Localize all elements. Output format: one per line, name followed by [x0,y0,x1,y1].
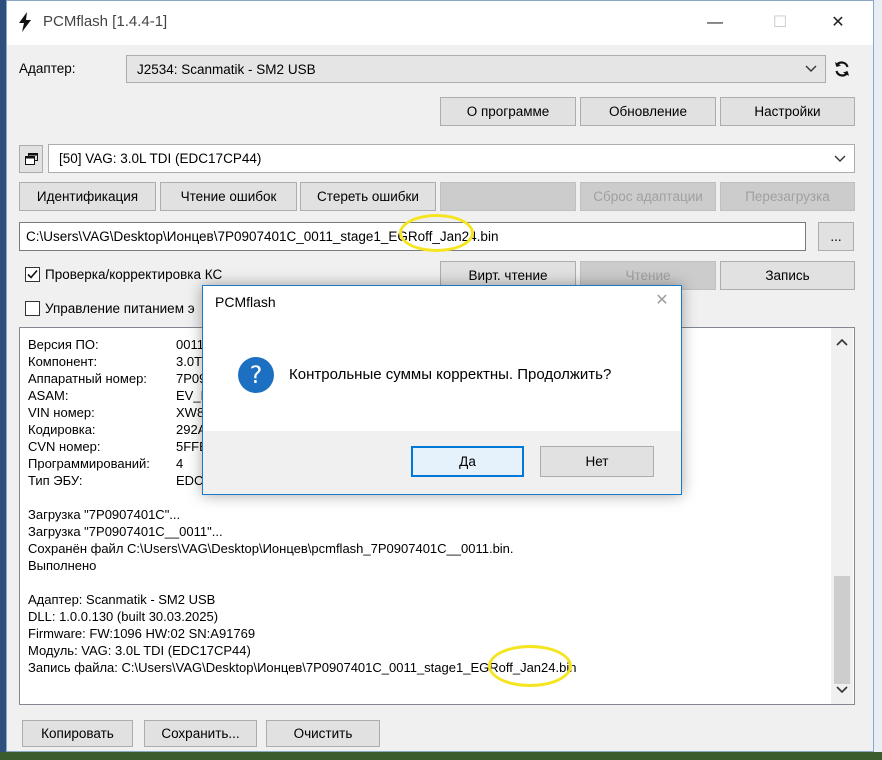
lightning-icon [19,12,31,32]
info-label: Тип ЭБУ: [28,473,83,488]
settings-button[interactable]: Настройки [720,97,855,126]
dialog-footer: Да Нет [203,431,681,494]
module-select[interactable]: [50] VAG: 3.0L TDI (EDC17CP44) [48,144,855,173]
no-button[interactable]: Нет [540,446,654,477]
maximize-button: ☐ [772,14,788,31]
power-control-checkbox[interactable] [25,301,40,316]
info-label: Программирований: [28,456,150,471]
info-label: Компонент: [28,354,98,369]
adapter-label: Адаптер: [19,61,76,76]
clear-errors-button[interactable]: Стереть ошибки [300,182,436,211]
svg-text:?: ? [250,361,263,389]
about-button[interactable]: О программе [440,97,576,126]
desktop-edge-right [873,0,882,760]
checksum-checkbox[interactable] [25,267,40,282]
info-value: EDC [176,473,204,488]
log-line: Модуль: VAG: 3.0L TDI (EDC17CP44) [28,643,251,658]
info-value: 0011 [176,337,204,352]
checkmark-icon [27,269,38,279]
info-label: VIN номер: [28,405,95,420]
adapter-select[interactable]: J2534: Scanmatik - SM2 USB [126,55,826,83]
chevron-down-icon[interactable] [836,686,848,694]
checksum-label: Проверка/корректировка КС [45,267,223,282]
title-bar[interactable]: PCMflash [1.4.4-1] — ☐ ✕ [7,1,873,45]
power-control-label: Управление питанием э [45,301,195,316]
clear-log-button[interactable]: Очистить [266,720,380,747]
adapter-select-value: J2534: Scanmatik - SM2 USB [137,61,316,77]
refresh-icon[interactable] [833,60,851,78]
info-label: CVN номер: [28,439,101,454]
save-log-button[interactable]: Сохранить... [144,720,257,747]
reset-adaptation-button: Сброс адаптации [580,182,716,211]
log-line: Выполнено [28,558,97,573]
browse-button[interactable]: ... [818,222,854,251]
module-select-value: [50] VAG: 3.0L TDI (EDC17CP44) [59,151,262,166]
log-line: Адаптер: Scanmatik - SM2 USB [28,592,216,607]
info-value: XW8 [176,405,205,420]
dialog-title: PCMflash [215,294,276,310]
info-value: 3.0T [176,354,203,369]
close-button[interactable]: ✕ [815,1,861,45]
identify-button[interactable]: Идентификация [19,182,156,211]
window-restore-icon [24,153,38,165]
dialog-close-button[interactable]: ✕ [651,290,673,312]
question-icon: ? [238,357,274,393]
confirm-dialog: PCMflash ✕ ? Контрольные суммы корректны… [202,285,682,495]
desktop-edge-bottom [0,752,882,760]
blank-disabled-button [440,182,576,211]
module-window-button[interactable] [19,145,43,173]
scrollbar-thumb[interactable] [834,576,850,684]
log-line: Загрузка "7P0907401C__0011"... [28,524,223,539]
chevron-down-icon [805,65,817,72]
log-line: Сохранён файл C:\Users\VAG\Desktop\Ионце… [28,541,514,556]
copy-button[interactable]: Копировать [22,720,133,747]
log-line: Запись файла: C:\Users\VAG\Desktop\Ионце… [28,660,577,675]
log-line: DLL: 1.0.0.130 (built 30.03.2025) [28,609,219,624]
window-title: PCMflash [1.4.4-1] [43,13,168,30]
yes-button[interactable]: Да [411,446,524,477]
update-button[interactable]: Обновление [580,97,716,126]
info-label: Кодировка: [28,422,96,437]
reboot-button: Перезагрузка [720,182,855,211]
info-label: Аппаратный номер: [28,371,147,386]
write-button[interactable]: Запись [720,261,855,290]
info-value: 4 [176,456,184,471]
info-label: ASAM: [28,388,69,403]
chevron-down-icon [834,155,846,162]
dialog-message: Контрольные суммы корректны. Продолжить? [289,366,612,383]
log-line: Загрузка "7P0907401C"... [28,507,181,522]
info-label: Версия ПО: [28,337,99,352]
read-errors-button[interactable]: Чтение ошибок [160,182,297,211]
chevron-up-icon[interactable] [836,338,848,346]
log-line: Firmware: FW:1096 HW:02 SN:A91769 [28,626,256,641]
file-path-input[interactable]: C:\Users\VAG\Desktop\Ионцев\7P0907401C_0… [19,222,806,251]
minimize-button[interactable]: — [692,1,738,45]
